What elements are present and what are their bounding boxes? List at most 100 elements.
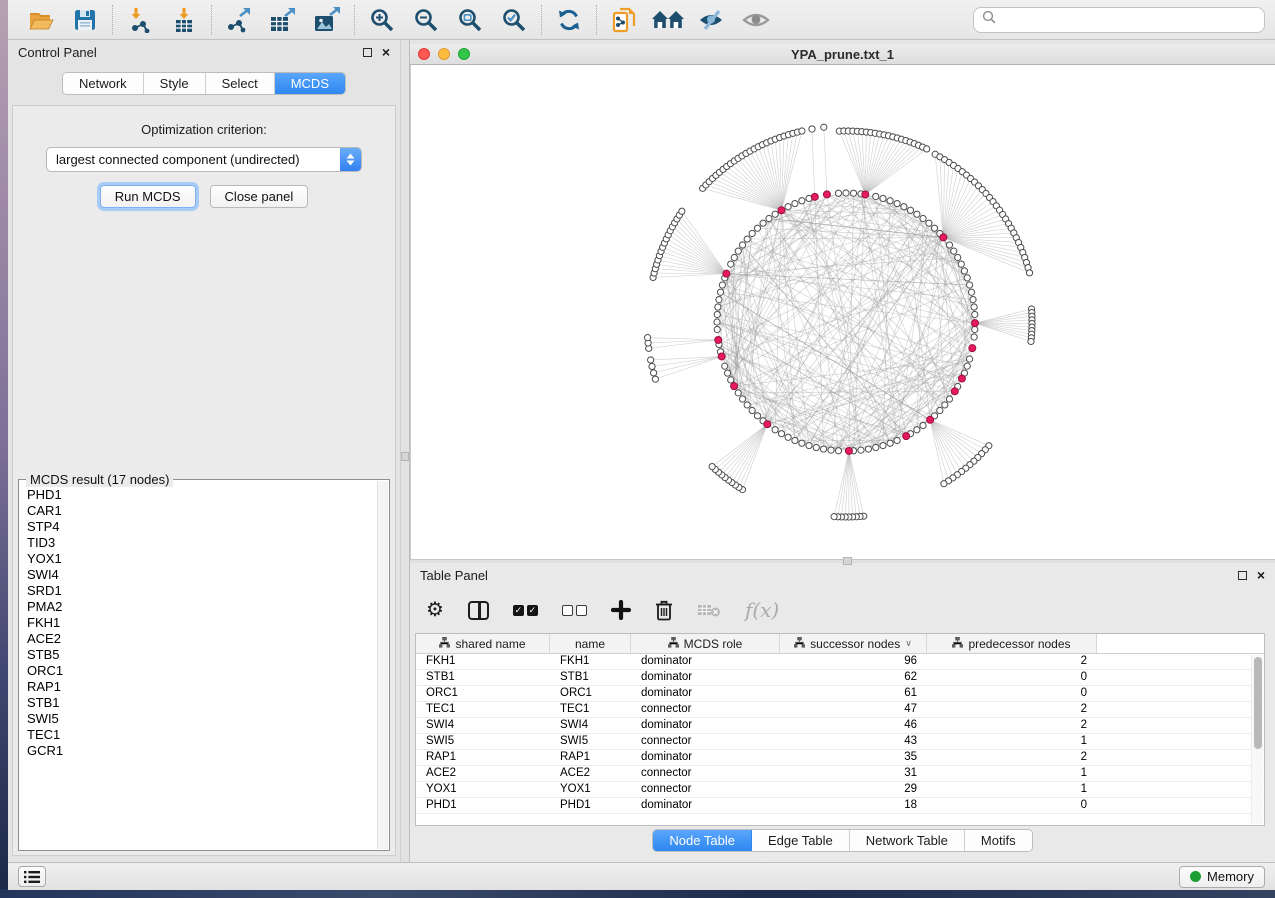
mcds-result-item[interactable]: RAP1 [27,679,377,695]
table-row[interactable]: PHD1PHD1dominator180 [416,798,1264,814]
apply-layout-button[interactable] [554,5,584,35]
mcds-result-item[interactable]: PMA2 [27,599,377,615]
network-window-titlebar[interactable]: YPA_prune.txt_1 [410,44,1275,65]
network-canvas[interactable] [410,65,1275,559]
divider-grip[interactable] [401,452,409,461]
delete-table-button[interactable] [697,597,721,623]
import-table-button[interactable] [169,5,199,35]
table-cell[interactable]: PHD1 [550,798,631,813]
column-header[interactable]: name [550,634,631,653]
table-cell[interactable]: STB1 [550,670,631,685]
table-row[interactable]: ACE2ACE2connector311 [416,766,1264,782]
column-chooser-button[interactable] [468,597,489,623]
close-panel-icon[interactable]: × [1257,570,1265,580]
delete-columns-button[interactable] [655,597,673,623]
table-cell[interactable]: TEC1 [416,702,550,717]
table-cell[interactable]: 2 [927,718,1097,733]
clone-network-button[interactable] [609,5,639,35]
table-row[interactable]: SWI5SWI5connector431 [416,734,1264,750]
table-cell[interactable]: SWI4 [550,718,631,733]
mcds-result-item[interactable]: PHD1 [27,487,377,503]
column-header[interactable]: successor nodes∨ [780,634,927,653]
table-cell[interactable]: YOX1 [416,782,550,797]
table-row[interactable]: SWI4SWI4dominator462 [416,718,1264,734]
table-row[interactable]: STB1STB1dominator620 [416,670,1264,686]
save-session-button[interactable] [70,5,100,35]
table-scrollbar-thumb[interactable] [1254,657,1262,749]
table-cell[interactable]: FKH1 [550,654,631,669]
mcds-result-item[interactable]: TEC1 [27,727,377,743]
mcds-result-item[interactable]: STB5 [27,647,377,663]
mcds-result-item[interactable]: STB1 [27,695,377,711]
mcds-result-item[interactable]: GCR1 [27,743,377,759]
run-mcds-button[interactable]: Run MCDS [100,185,196,208]
table-cell[interactable]: 61 [780,686,927,701]
horizontal-split-divider[interactable] [410,559,1275,563]
import-network-button[interactable] [125,5,155,35]
table-cell[interactable]: dominator [631,670,780,685]
select-all-button[interactable]: ✓ ✓ [513,597,538,623]
table-cell[interactable]: 18 [780,798,927,813]
table-cell[interactable]: YOX1 [550,782,631,797]
table-cell[interactable]: 2 [927,750,1097,765]
mcds-result-item[interactable]: FKH1 [27,615,377,631]
close-panel-button[interactable]: Close panel [210,185,309,208]
mcds-result-item[interactable]: ACE2 [27,631,377,647]
mcds-result-item[interactable]: TID3 [27,535,377,551]
float-panel-icon[interactable] [363,48,372,57]
zoom-out-button[interactable] [411,5,441,35]
table-cell[interactable]: 62 [780,670,927,685]
table-cell[interactable]: dominator [631,798,780,813]
table-cell[interactable]: connector [631,766,780,781]
mcds-result-item[interactable]: YOX1 [27,551,377,567]
table-cell[interactable]: PHD1 [416,798,550,813]
table-cell[interactable]: RAP1 [416,750,550,765]
table-cell[interactable]: RAP1 [550,750,631,765]
table-cell[interactable]: 1 [927,766,1097,781]
table-cell[interactable]: 0 [927,686,1097,701]
deselect-all-button[interactable] [562,597,587,623]
show-graphics-details-button[interactable] [741,5,771,35]
mcds-result-item[interactable]: SWI4 [27,567,377,583]
table-cell[interactable]: SWI5 [416,734,550,749]
mcds-result-list[interactable]: PHD1CAR1STP4TID3YOX1SWI4SRD1PMA2FKH1ACE2… [20,481,377,849]
table-cell[interactable]: 46 [780,718,927,733]
zoom-fit-button[interactable] [455,5,485,35]
panel-menu-button[interactable] [18,866,46,887]
open-session-button[interactable] [26,5,56,35]
table-cell[interactable]: ORC1 [550,686,631,701]
zoom-selected-button[interactable] [499,5,529,35]
table-cell[interactable]: 29 [780,782,927,797]
table-cell[interactable]: 43 [780,734,927,749]
table-cell[interactable]: STB1 [416,670,550,685]
table-cell[interactable]: SWI5 [550,734,631,749]
column-header[interactable]: shared name [416,634,550,653]
export-table-button[interactable] [268,5,298,35]
export-image-button[interactable] [312,5,342,35]
tab-select[interactable]: Select [206,73,275,94]
table-cell[interactable]: connector [631,782,780,797]
add-column-button[interactable] [611,597,631,623]
table-row[interactable]: FKH1FKH1dominator962 [416,654,1264,670]
close-panel-icon[interactable]: × [382,47,390,57]
tab-mcds[interactable]: MCDS [275,73,345,94]
table-cell[interactable]: 47 [780,702,927,717]
mcds-result-item[interactable]: CAR1 [27,503,377,519]
table-cell[interactable]: 2 [927,654,1097,669]
table-cell[interactable]: 0 [927,670,1097,685]
table-cell[interactable]: 1 [927,734,1097,749]
table-cell[interactable]: ORC1 [416,686,550,701]
table-cell[interactable]: TEC1 [550,702,631,717]
export-network-button[interactable] [224,5,254,35]
tab-node-table[interactable]: Node Table [653,830,752,851]
float-panel-icon[interactable] [1238,571,1247,580]
mcds-result-item[interactable]: STP4 [27,519,377,535]
tab-network-table[interactable]: Network Table [850,830,965,851]
table-cell[interactable]: 31 [780,766,927,781]
table-cell[interactable]: ACE2 [550,766,631,781]
table-cell[interactable]: dominator [631,654,780,669]
vertical-split-divider[interactable] [400,40,410,862]
tab-style[interactable]: Style [144,73,206,94]
table-row[interactable]: TEC1TEC1connector472 [416,702,1264,718]
table-cell[interactable]: 0 [927,798,1097,813]
